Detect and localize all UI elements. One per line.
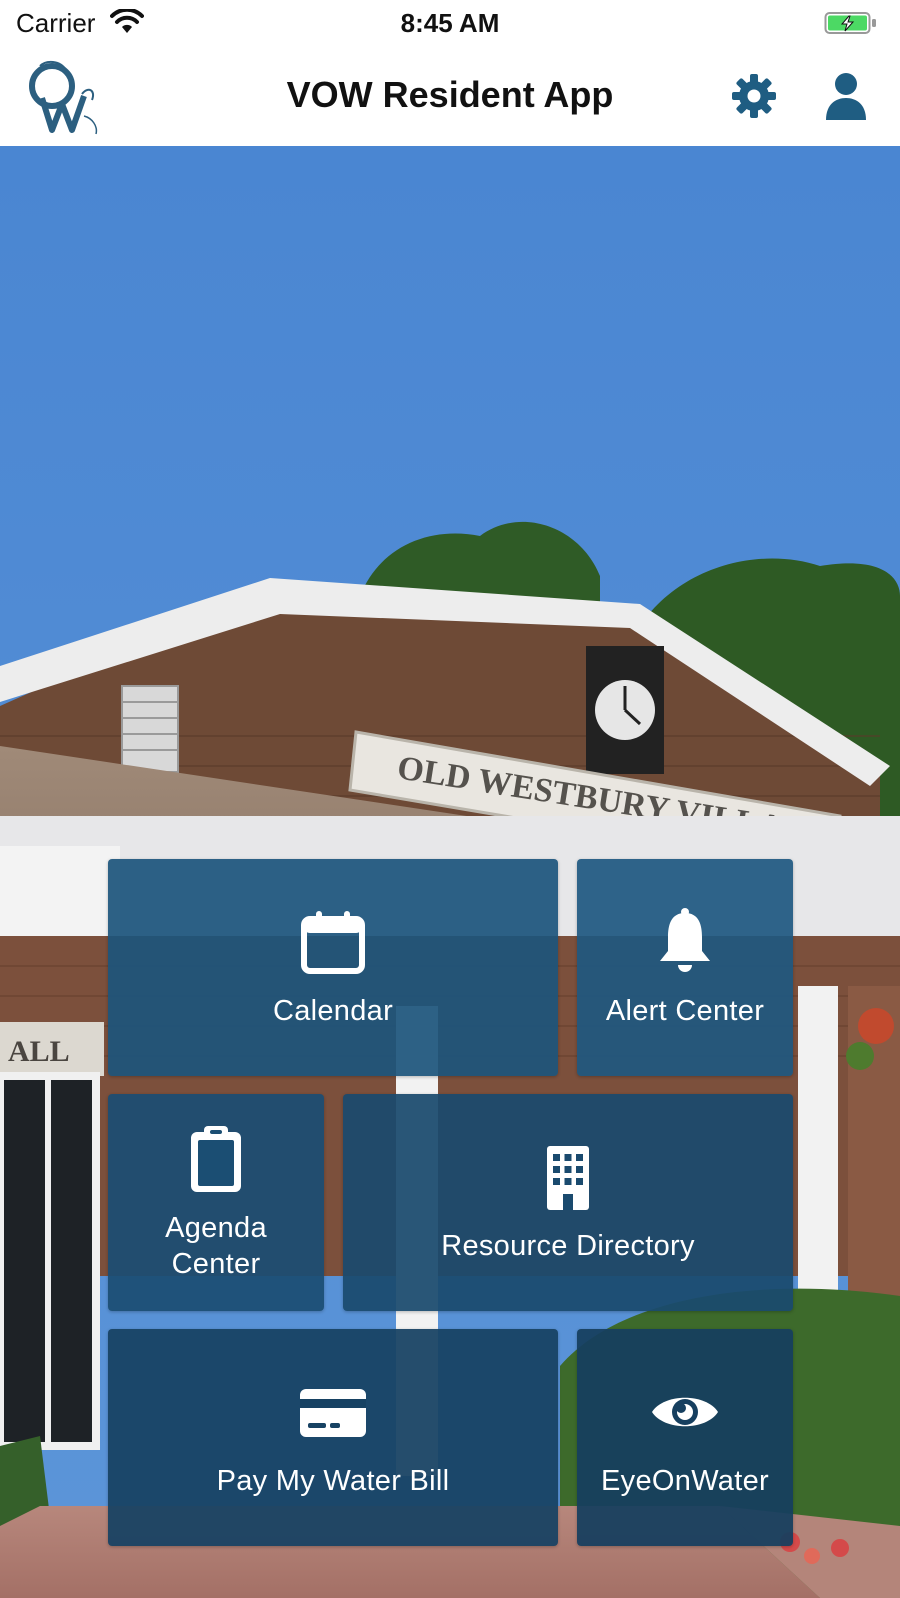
agenda-center-tile[interactable]: Agenda Center <box>108 1094 324 1311</box>
nav-bar: VOW Resident App <box>0 46 900 146</box>
calendar-icon <box>301 910 365 974</box>
calendar-label: Calendar <box>272 994 394 1027</box>
agenda-label-line2: Center <box>171 1247 261 1280</box>
alert-center-tile[interactable]: Alert Center <box>577 859 793 1076</box>
bell-icon <box>660 907 710 972</box>
gear-icon[interactable] <box>730 72 778 120</box>
building-icon <box>547 1145 589 1210</box>
app-screen: Carrier 8:45 AM VOW Resident App OLD WES… <box>0 0 900 1598</box>
battery-icon <box>824 12 876 34</box>
agenda-label-line1: Agenda <box>165 1211 267 1244</box>
clock: 8:45 AM <box>400 8 500 38</box>
status-bar: Carrier 8:45 AM <box>0 0 900 46</box>
resource-directory-label: Resource Directory <box>441 1229 695 1262</box>
calendar-tile[interactable]: Calendar <box>108 859 558 1076</box>
eyeonwater-label: EyeOnWater <box>601 1464 769 1497</box>
credit-card-icon <box>300 1388 366 1437</box>
partial-sign-text: ALL <box>8 1035 70 1068</box>
alert-center-label: Alert Center <box>605 994 765 1027</box>
eye-icon <box>652 1397 718 1426</box>
pay-water-bill-tile[interactable]: Pay My Water Bill <box>108 1329 558 1546</box>
clipboard-icon <box>191 1125 241 1192</box>
resource-directory-tile[interactable]: Resource Directory <box>343 1094 793 1311</box>
agenda-center-label: Agenda Center <box>165 1210 267 1282</box>
eyeonwater-tile[interactable]: EyeOnWater <box>577 1329 793 1546</box>
user-icon[interactable] <box>822 70 870 122</box>
pay-water-bill-label: Pay My Water Bill <box>216 1464 450 1497</box>
